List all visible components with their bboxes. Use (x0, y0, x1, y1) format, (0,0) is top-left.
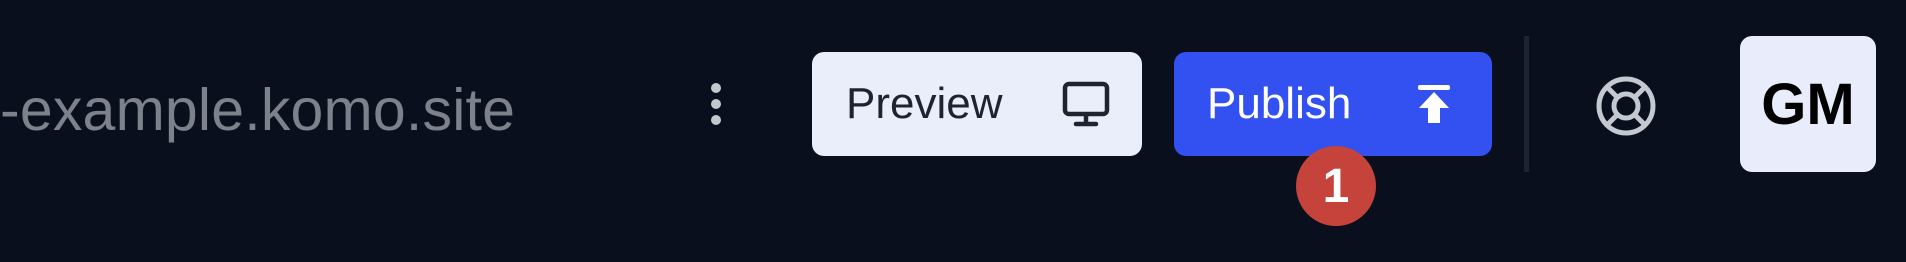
user-avatar[interactable]: GM (1740, 36, 1876, 172)
publish-button[interactable]: Publish (1174, 52, 1492, 156)
lifebuoy-icon (1596, 76, 1656, 136)
monitor-icon (1062, 81, 1110, 127)
more-options-button[interactable] (690, 78, 742, 130)
preview-button[interactable]: Preview (812, 52, 1142, 156)
more-vertical-icon (711, 83, 721, 125)
site-url: -example.komo.site (0, 77, 516, 143)
help-button[interactable] (1595, 75, 1657, 137)
upload-icon (1418, 85, 1450, 123)
publish-button-label: Publish (1207, 79, 1352, 128)
toolbar-divider (1524, 36, 1529, 172)
top-toolbar: -example.komo.site Preview Publish 1 GM (0, 0, 1906, 262)
preview-button-label: Preview (846, 79, 1003, 128)
step-badge: 1 (1296, 146, 1376, 226)
